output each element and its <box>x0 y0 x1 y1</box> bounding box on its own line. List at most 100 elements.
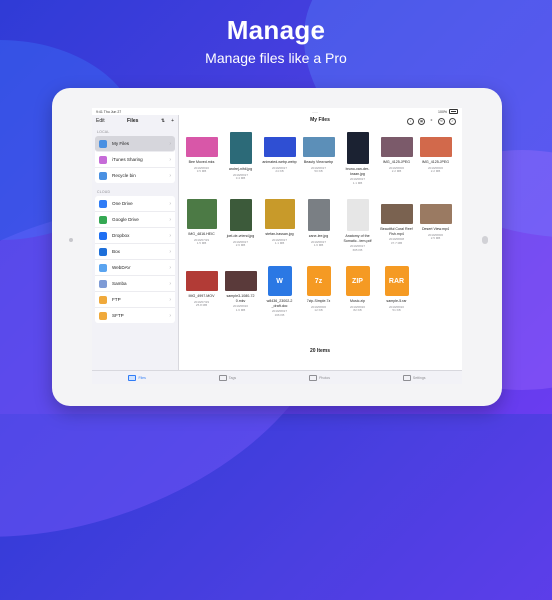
file-grid: Bee Moved.mks 2019/08/20 3.5 MB andrej-nihi… <box>182 132 460 328</box>
chevron-right-icon: › <box>169 232 171 239</box>
tab-bar: Files Tags Photos Settings <box>92 370 462 384</box>
file-thumbnail <box>380 204 413 224</box>
edit-button[interactable]: Edit <box>96 118 105 124</box>
file-item[interactable]: animated-webp.webp 2019/08/27 24 KB <box>260 132 299 194</box>
tab-files[interactable]: Files <box>128 375 146 381</box>
items-count: 20 Items <box>309 348 330 354</box>
plus-icon[interactable]: + <box>171 118 174 124</box>
file-size: 2.2 MB <box>430 169 441 174</box>
file-item[interactable]: sample3-1080-72 0.mkv 2019/08/20 1.6 MB <box>221 266 260 328</box>
sidebar-item-label: WebDAV <box>112 265 131 270</box>
file-size: 2.2 MB <box>391 169 402 174</box>
file-name: animated-webp.webp <box>262 160 297 164</box>
file-thumbnail <box>264 199 295 229</box>
file-thumbnail <box>185 271 218 291</box>
file-thumbnail <box>419 137 452 157</box>
hero-title: Manage <box>226 15 326 45</box>
file-name: Beauty View.webp <box>303 160 334 164</box>
sidebar-item-google-drive[interactable]: Google Drive › <box>95 212 175 228</box>
chevron-right-icon: › <box>169 140 171 147</box>
file-name: Beautiful Coral Reef Fish.mp4 <box>380 227 413 236</box>
main-toolbar: i ▦ ≡ ↻ ✓ <box>407 118 456 125</box>
refresh-icon[interactable]: ↻ <box>438 118 445 125</box>
file-thumbnail <box>380 137 413 157</box>
file-thumbnail <box>346 132 369 164</box>
file-size: 1.1 MB <box>274 241 285 246</box>
file-size: 37.7 MB <box>390 240 403 245</box>
file-name: bruno-van-der-kraan.jpg <box>345 167 370 176</box>
file-type-icon: 7z <box>306 266 331 296</box>
status-bar: 9:41 Thu Jun 27 100% <box>92 108 462 115</box>
tab-settings[interactable]: Settings <box>402 375 426 381</box>
google-drive-icon <box>99 215 107 224</box>
tab-label: Settings <box>412 376 426 380</box>
battery-icon <box>449 109 458 114</box>
file-thumbnail <box>224 271 257 291</box>
file-item[interactable]: IMG_4125.JPEG 2019/08/06 2.2 MB <box>377 132 416 194</box>
file-item[interactable]: ZIP Music.zip 2019/08/20 82 KB <box>338 266 377 328</box>
file-name: Bee Moved.mks <box>188 160 215 164</box>
file-size: 665 KB <box>352 247 363 252</box>
more-dots-icon[interactable]: ··· <box>312 110 318 116</box>
file-item[interactable]: Beauty View.webp 2019/08/27 50 KB <box>299 132 338 194</box>
sidebar-item-label: Box <box>112 249 120 254</box>
info-icon[interactable]: i <box>407 118 414 125</box>
chevron-right-icon: › <box>169 296 171 303</box>
sidebar-item-recycle-bin[interactable]: Recycle bin › <box>95 168 175 183</box>
file-item[interactable]: andrej-nihil.jpg 2019/08/27 3.4 MB <box>221 132 260 194</box>
sidebar-item-one-drive[interactable]: One Drive › <box>95 196 175 212</box>
battery-percent: 100% <box>438 109 447 114</box>
file-item[interactable]: RAR sample-5.rar 2019/08/20 51 KB <box>377 266 416 328</box>
file-thumbnail <box>346 199 369 231</box>
file-item[interactable]: IMG_4816.HEIC 2019/07/29 1.5 MB <box>182 199 221 261</box>
tags-icon <box>218 375 227 381</box>
file-item[interactable]: IMG_4997.MOV 2019/07/29 25.8 MB <box>182 266 221 328</box>
webdav-icon <box>99 263 107 272</box>
sidebar-item-samba[interactable]: Samba › <box>95 276 175 292</box>
file-item[interactable]: Anatomy of the Somatic...tem.pdf 2019/08/… <box>338 199 377 261</box>
music-note-icon <box>99 155 107 164</box>
file-name: 7zip-Simple.7z <box>306 299 331 303</box>
settings-icon <box>402 375 411 381</box>
file-name: IMG_4125.JPEG <box>382 160 411 164</box>
samba-icon <box>99 279 107 288</box>
file-thumbnail <box>185 137 218 157</box>
file-item[interactable]: 7z 7zip-Simple.7z 2019/08/06 12 KB <box>299 266 338 328</box>
file-size: 1.5 MB <box>196 241 207 246</box>
file-thumbnail <box>186 199 217 229</box>
sidebar-item-ftp[interactable]: FTP › <box>95 292 175 308</box>
hero-subtitle: Manage files like a Pro <box>205 50 347 66</box>
dropbox-icon <box>99 231 107 240</box>
select-icon[interactable]: ✓ <box>449 118 456 125</box>
sidebar-item-my-files[interactable]: My Files › <box>95 136 175 152</box>
file-item[interactable]: Bee Moved.mks 2019/08/20 3.5 MB <box>182 132 221 194</box>
local-list: My Files › iTunes Sharing › Recycle bin › <box>95 136 175 183</box>
file-item[interactable]: bruno-van-der-kraan.jpg 2019/08/27 1.1 MB <box>338 132 377 194</box>
sidebar-item-box[interactable]: Box › <box>95 244 175 260</box>
file-item[interactable]: Beautiful Coral Reef Fish.mp4 2019/08/08 3… <box>377 199 416 261</box>
file-item[interactable]: Desert View.mp4 2019/08/06 2.5 MB <box>416 199 455 261</box>
sidebar-item-webdav[interactable]: WebDAV › <box>95 260 175 276</box>
sidebar-item-label: Google Drive <box>112 217 139 222</box>
file-thumbnail <box>263 137 296 157</box>
file-item[interactable]: zane-lee.jpg 2019/08/27 1.6 MB <box>299 199 338 261</box>
main-header: ··· My Files i ▦ ≡ ↻ ✓ <box>178 110 462 127</box>
file-size: 12 KB <box>314 308 323 313</box>
sort-icon[interactable]: ⇅ <box>161 118 165 124</box>
file-item[interactable]: stefan-hassan.jpg 2019/08/27 1.1 MB <box>260 199 299 261</box>
tab-photos[interactable]: Photos <box>309 375 330 381</box>
view-mode-icon[interactable]: ▦ <box>418 118 425 125</box>
file-name: andrej-nihil.jpg <box>228 167 253 171</box>
sidebar-item-sftp[interactable]: SFTP › <box>95 308 175 323</box>
file-item[interactable]: joel-de-vriend.jpg 2019/08/27 2.6 MB <box>221 199 260 261</box>
file-item[interactable]: Ww8436_23002-2 _draft.doc 2019/08/27 166 K… <box>260 266 299 328</box>
sidebar-item-itunes-sharing[interactable]: iTunes Sharing › <box>95 152 175 168</box>
ftp-icon <box>99 295 107 304</box>
tab-tags[interactable]: Tags <box>218 375 236 381</box>
file-thumbnail <box>419 204 452 224</box>
sidebar-item-dropbox[interactable]: Dropbox › <box>95 228 175 244</box>
onedrive-icon <box>99 199 107 208</box>
file-name: IMG_4816.HEIC <box>188 232 215 236</box>
file-item[interactable]: IMG_4125.JPEG 2019/08/06 2.2 MB <box>416 132 455 194</box>
filter-icon[interactable]: ≡ <box>429 118 434 123</box>
